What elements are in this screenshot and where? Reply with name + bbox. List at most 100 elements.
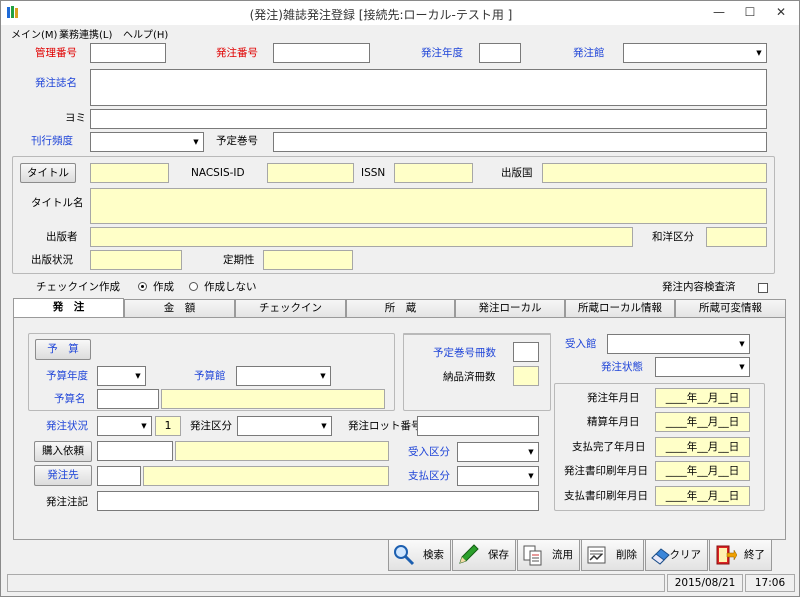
receive-type-select[interactable]: ▼ [457, 442, 539, 462]
maximize-button[interactable]: ☐ [736, 1, 764, 23]
wayo-input[interactable] [706, 227, 767, 247]
title-search-button[interactable]: タイトル [20, 163, 76, 183]
menu-help[interactable]: ヘルプ(H) [123, 26, 168, 41]
search-button[interactable]: 検索 [388, 539, 451, 571]
date-label-pay-print: 支払書印刷年月日 [564, 490, 648, 502]
hatchu-no-input[interactable] [273, 43, 370, 63]
vendor-button[interactable]: 発注先 [34, 465, 92, 486]
order-state-select[interactable]: ▼ [655, 357, 750, 377]
wayo-label: 和洋区分 [652, 231, 694, 243]
date-label-paid: 支払完了年月日 [572, 441, 646, 453]
budget-name-input[interactable] [161, 389, 385, 409]
date-label-order-print: 発注書印刷年月日 [564, 465, 648, 477]
delete-document-icon [587, 546, 606, 564]
tab-holdings-variable[interactable]: 所蔵可変情報 [675, 299, 786, 317]
vol-count-input[interactable] [513, 342, 539, 362]
vol-count-label: 予定巻号冊数 [433, 347, 496, 359]
budget-year-select[interactable]: ▼ [97, 366, 146, 386]
inspect-label: 発注内容検査済 [662, 281, 736, 293]
reuse-button[interactable]: 流用 [517, 539, 580, 571]
date-label-settle: 精算年月日 [587, 416, 640, 428]
budget-button[interactable]: 予 算 [35, 339, 91, 360]
status-message [7, 574, 665, 592]
branch-select[interactable]: ▼ [623, 43, 767, 63]
radio-nocreate[interactable] [189, 279, 198, 292]
lot-input[interactable] [417, 416, 539, 436]
menu-integration[interactable]: 業務連携(L) [59, 26, 112, 41]
chevron-down-icon: ▼ [739, 363, 745, 371]
country-input[interactable] [542, 163, 767, 183]
chevron-down-icon: ▼ [141, 422, 147, 430]
order-status-select[interactable]: ▼ [97, 416, 152, 436]
date-settle-input[interactable]: ____年__月__日 [655, 412, 750, 432]
chevron-down-icon: ▼ [528, 448, 534, 456]
menu-main[interactable]: メイン(M) [11, 26, 57, 41]
close-button[interactable]: ✕ [767, 1, 795, 23]
exit-button[interactable]: 終了 [709, 539, 772, 571]
vol-input[interactable] [273, 132, 767, 152]
status-time: 17:06 [745, 574, 795, 592]
save-button-label: 保存 [488, 549, 509, 561]
tab-checkin[interactable]: チェックイン [235, 299, 346, 317]
titlename-label: タイトル名 [31, 197, 84, 209]
chevron-down-icon: ▼ [739, 340, 745, 348]
receive-branch-select[interactable]: ▼ [607, 334, 750, 354]
payment-type-select[interactable]: ▼ [457, 466, 539, 486]
freq-select[interactable]: ▼ [90, 132, 204, 152]
purchase-code-input[interactable] [97, 441, 173, 461]
delivered-input[interactable] [513, 366, 539, 386]
note-input[interactable] [97, 491, 539, 511]
vol-label: 予定巻号 [216, 135, 258, 147]
magnifier-icon [394, 545, 415, 566]
date-order-print-input[interactable]: ____年__月__日 [655, 461, 750, 481]
order-status-label: 発注状況 [46, 420, 88, 432]
title-input[interactable] [90, 69, 767, 106]
nacsis-input[interactable] [267, 163, 354, 183]
tab-order-local[interactable]: 発注ローカル [455, 299, 565, 317]
radio-create[interactable] [138, 279, 147, 292]
order-type-label: 発注区分 [190, 420, 232, 432]
title-short-input[interactable] [90, 163, 169, 183]
clear-button-label: クリア [669, 549, 702, 561]
hatchu-no-label: 発注番号 [216, 47, 258, 59]
tab-holdings-local[interactable]: 所蔵ローカル情報 [565, 299, 675, 317]
periodical-input[interactable] [263, 250, 353, 270]
publisher-input[interactable] [90, 227, 633, 247]
tab-amount[interactable]: 金 額 [124, 299, 235, 317]
tab-holdings[interactable]: 所 蔵 [346, 299, 455, 317]
date-paid-input[interactable]: ____年__月__日 [655, 437, 750, 457]
pubstatus-input[interactable] [90, 250, 182, 270]
yomi-label: ヨミ [65, 112, 86, 124]
purchase-name-input[interactable] [175, 441, 389, 461]
kanri-input[interactable] [90, 43, 166, 63]
minimize-button[interactable]: — [705, 1, 733, 23]
periodical-label: 定期性 [223, 254, 255, 266]
chevron-down-icon: ▼ [756, 49, 762, 57]
menu-bar [1, 25, 799, 41]
receive-type-label: 受入区分 [408, 446, 450, 458]
delete-button[interactable]: 削除 [581, 539, 644, 571]
main-window: (発注)雑誌発注登録 [接続先:ローカル-テスト用 ] — ☐ ✕ メイン(M)… [0, 0, 800, 597]
lot-label: 発注ロット番号 [348, 420, 422, 432]
inspect-checkbox[interactable] [758, 283, 768, 293]
date-pay-print-input[interactable]: ____年__月__日 [655, 486, 750, 506]
order-status-code[interactable]: 1 [155, 416, 181, 436]
clear-button[interactable]: クリア [645, 539, 708, 571]
save-button[interactable]: 保存 [452, 539, 516, 571]
nacsis-label: NACSIS-ID [191, 167, 245, 179]
titlename-input[interactable] [90, 188, 767, 224]
vendor-code-input[interactable] [97, 466, 141, 486]
exit-button-label: 終了 [744, 549, 765, 561]
date-order-input[interactable]: ____年__月__日 [655, 388, 750, 408]
vendor-name-input[interactable] [143, 466, 389, 486]
budget-branch-select[interactable]: ▼ [236, 366, 331, 386]
order-type-select[interactable]: ▼ [237, 416, 332, 436]
purchase-request-button[interactable]: 購入依頼 [34, 441, 92, 462]
issn-input[interactable] [394, 163, 473, 183]
year-input[interactable] [479, 43, 521, 63]
budget-code-input[interactable] [97, 389, 159, 409]
tab-order[interactable]: 発 注 [13, 298, 124, 318]
yomi-input[interactable] [90, 109, 767, 129]
chevron-down-icon: ▼ [528, 472, 534, 480]
year-label: 発注年度 [421, 47, 463, 59]
